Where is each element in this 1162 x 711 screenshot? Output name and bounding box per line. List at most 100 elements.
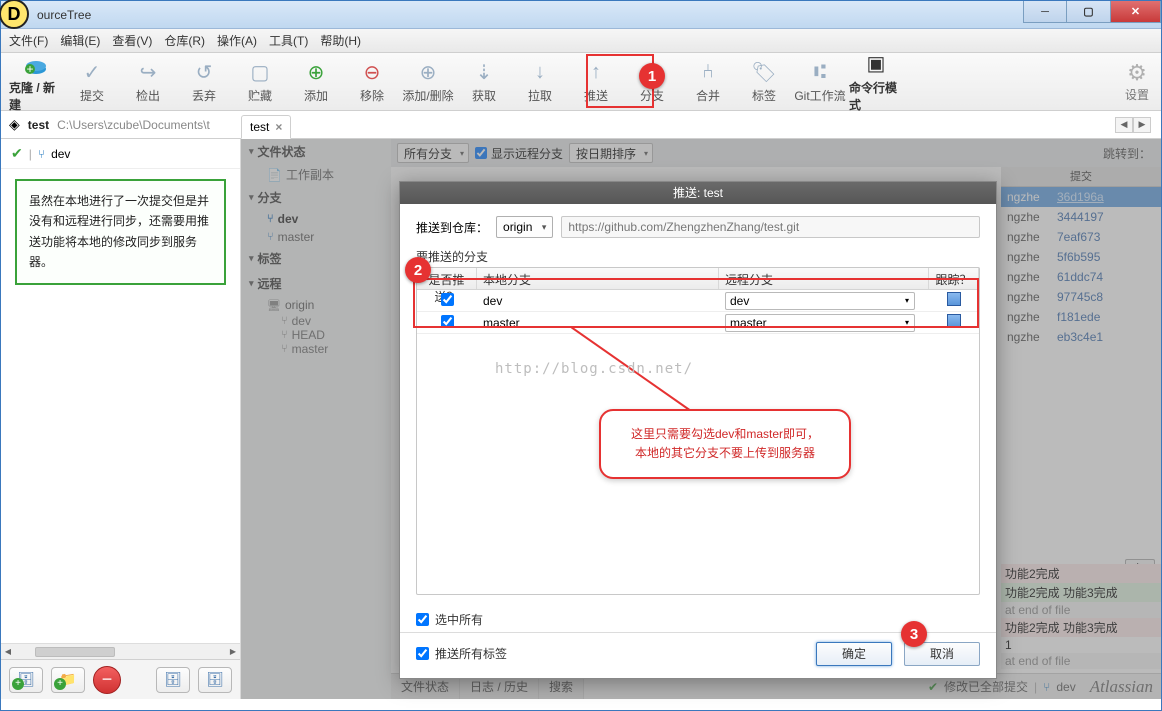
remove-button[interactable]: − — [93, 666, 121, 694]
annotation-number-2: 2 — [405, 257, 431, 283]
status-line: ✔ | ⑂ dev — [1, 139, 240, 169]
annotation-number-3: 3 — [901, 621, 927, 647]
horizontal-scrollbar[interactable]: ◀ ▶ — [1, 643, 240, 659]
tb-push[interactable]: ↑推送 — [569, 55, 623, 108]
stash-icon: ▢ — [247, 59, 273, 85]
tb-remove[interactable]: ⊖移除 — [345, 55, 399, 108]
scroll-left-icon[interactable]: ◀ — [1, 645, 15, 659]
tb-clone[interactable]: +克隆 / 新建 — [9, 47, 63, 117]
path-bar: ◈ test C:\Users\zcube\Documents\t test ×… — [1, 111, 1161, 139]
push-tags-checkbox[interactable]: 推送所有标签 — [416, 645, 507, 662]
remote-repo-button[interactable]: 🗄 — [198, 667, 232, 693]
database-icon: 🗄 — [164, 671, 182, 688]
database-icon: 🗄 — [206, 671, 224, 688]
tb-pull[interactable]: ↓拉取 — [513, 55, 567, 108]
tb-tag[interactable]: 🏷标签 — [737, 55, 791, 108]
commit-icon: ✓ — [79, 59, 105, 85]
window-close-button[interactable]: ✕ — [1111, 1, 1161, 23]
scroll-right-icon[interactable]: ▶ — [226, 645, 240, 659]
tb-stash[interactable]: ▢贮藏 — [233, 55, 287, 108]
addremove-icon: ⊕ — [415, 59, 441, 85]
menu-tools[interactable]: 工具(T) — [269, 32, 308, 49]
tb-discard[interactable]: ↺丢弃 — [177, 55, 231, 108]
callout-line1: 这里只需要勾选dev和master即可， — [617, 425, 833, 444]
pull-icon: ↓ — [527, 59, 553, 85]
repo-icon: ◈ — [9, 116, 20, 133]
track-indicator[interactable] — [947, 314, 961, 328]
menu-repo[interactable]: 仓库(R) — [164, 32, 205, 49]
push-master-checkbox[interactable] — [441, 315, 454, 328]
repo-tab-label: test — [250, 120, 269, 134]
branches-group-label: 要推送的分支 — [416, 248, 980, 265]
repo-path: C:\Users\zcube\Documents\t — [57, 118, 210, 132]
toolbar: +克隆 / 新建 ✓提交 ↪检出 ↺丢弃 ▢贮藏 ⊕添加 ⊖移除 ⊕添加/删除 … — [1, 53, 1161, 111]
window-minimize-button[interactable]: ─ — [1023, 1, 1067, 23]
scroll-thumb[interactable] — [35, 647, 115, 657]
tb-add[interactable]: ⊕添加 — [289, 55, 343, 108]
ok-button[interactable]: 确定 — [816, 642, 892, 666]
tb-merge[interactable]: ⑃合并 — [681, 55, 735, 108]
tb-settings[interactable]: ⚙设置 — [1125, 60, 1149, 103]
col-remote-header: 远程分支 — [719, 268, 929, 289]
col-track-header: 跟踪？ — [929, 268, 979, 289]
menu-bar: 文件(F) 编辑(E) 查看(V) 仓库(R) 操作(A) 工具(T) 帮助(H… — [1, 29, 1161, 53]
tb-commit[interactable]: ✓提交 — [65, 55, 119, 108]
track-indicator[interactable] — [947, 292, 961, 306]
left-panel: ✔ | ⑂ dev 虽然在本地进行了一次提交但是并没有和远程进行同步，还需要用推… — [1, 139, 241, 699]
tb-fetch[interactable]: ⇣获取 — [457, 55, 511, 108]
current-branch: dev — [51, 147, 70, 161]
push-to-label: 推送到仓库： — [416, 219, 488, 236]
nav-prev-button[interactable]: ◀ — [1115, 117, 1133, 133]
remote-url: https://github.com/ZhengzhenZhang/test.g… — [561, 216, 980, 238]
fetch-icon: ⇣ — [471, 59, 497, 85]
status-ok-icon: ✔ — [11, 145, 23, 162]
local-repo-button[interactable]: 🗄 — [156, 667, 190, 693]
annotation-note: 虽然在本地进行了一次提交但是并没有和远程进行同步，还需要用推送功能将本地的修改同… — [15, 179, 226, 285]
remote-branch-select[interactable]: dev — [725, 292, 915, 310]
callout-line2: 本地的其它分支不要上传到服务器 — [617, 444, 833, 463]
tb-gitflow[interactable]: ⑆Git工作流 — [793, 55, 847, 108]
repo-tab[interactable]: test × — [241, 115, 291, 139]
nav-next-button[interactable]: ▶ — [1133, 117, 1151, 133]
close-tab-icon[interactable]: × — [275, 120, 282, 134]
window-title: ourceTree — [37, 8, 91, 22]
menu-view[interactable]: 查看(V) — [112, 32, 152, 49]
status-separator: | — [29, 147, 32, 161]
tb-terminal[interactable]: ▣命令行模式 — [849, 47, 903, 117]
add-folder-button[interactable]: 📁+ — [51, 667, 85, 693]
branch-row-dev[interactable]: dev dev — [417, 290, 979, 312]
branch-icon: ⑂ — [38, 147, 45, 161]
plus-badge-icon: + — [54, 678, 66, 690]
menu-help[interactable]: 帮助(H) — [320, 32, 361, 49]
bookmark-toolbar: 🗄+ 📁+ − 🗄 🗄 — [1, 659, 240, 699]
gitflow-icon: ⑆ — [807, 59, 833, 85]
nav-arrows: ◀ ▶ — [1115, 117, 1151, 133]
merge-icon: ⑃ — [695, 59, 721, 85]
col-local-header: 本地分支 — [477, 268, 719, 289]
gear-icon: ⚙ — [1127, 60, 1147, 86]
annotation-number-1: 1 — [639, 63, 665, 89]
local-branch-name: master — [477, 316, 719, 330]
tb-checkout[interactable]: ↪检出 — [121, 55, 175, 108]
remote-branch-select[interactable]: master — [725, 314, 915, 332]
remote-select[interactable]: origin — [496, 216, 553, 238]
tb-addremove[interactable]: ⊕添加/删除 — [401, 55, 455, 108]
tag-icon: 🏷 — [751, 59, 777, 85]
menu-edit[interactable]: 编辑(E) — [60, 32, 100, 49]
repo-name: test — [28, 118, 49, 132]
menu-actions[interactable]: 操作(A) — [217, 32, 257, 49]
window-maximize-button[interactable]: ▢ — [1067, 1, 1111, 23]
add-repo-button[interactable]: 🗄+ — [9, 667, 43, 693]
add-icon: ⊕ — [303, 59, 329, 85]
svg-text:+: + — [26, 62, 33, 76]
local-branch-name: dev — [477, 294, 719, 308]
plus-badge-icon: + — [12, 678, 24, 690]
terminal-icon: ▣ — [863, 51, 889, 77]
branch-row-master[interactable]: master master — [417, 312, 979, 334]
push-dev-checkbox[interactable] — [441, 293, 454, 306]
select-all-checkbox[interactable]: 选中所有 — [416, 611, 980, 628]
checkout-icon: ↪ — [135, 59, 161, 85]
push-icon: ↑ — [583, 59, 609, 85]
clone-icon: + — [23, 51, 49, 77]
dialog-title: 推送: test — [400, 182, 996, 204]
